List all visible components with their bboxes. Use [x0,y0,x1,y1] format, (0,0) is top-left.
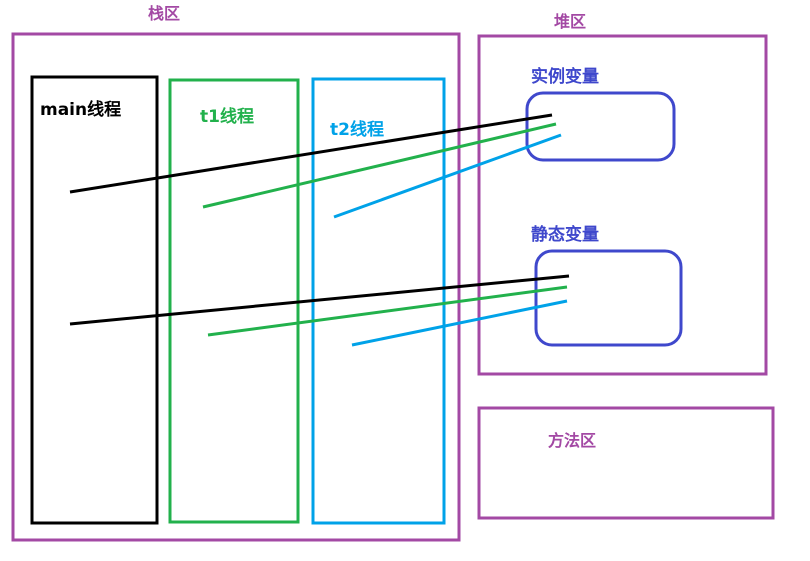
static-variable-label: 静态变量 [531,225,599,245]
t1-thread-label: t1线程 [200,107,254,127]
t2-to-instance-line [333,133,562,219]
t1-thread-box [168,78,300,524]
t2-thread-label: t2线程 [330,120,384,140]
main-thread-label: main线程 [40,100,122,120]
heap-region-box [477,34,768,376]
memory-diagram [11,32,775,542]
t2-thread-box [311,77,446,525]
heap-region-label: 堆区 [554,12,587,31]
instance-variable-label: 实例变量 [531,67,599,87]
static-variable-box [534,249,683,347]
method-region-label: 方法区 [548,431,597,450]
stack-region-label: 栈区 [148,4,181,23]
main-thread-box [30,75,159,525]
method-region-box [477,406,775,520]
